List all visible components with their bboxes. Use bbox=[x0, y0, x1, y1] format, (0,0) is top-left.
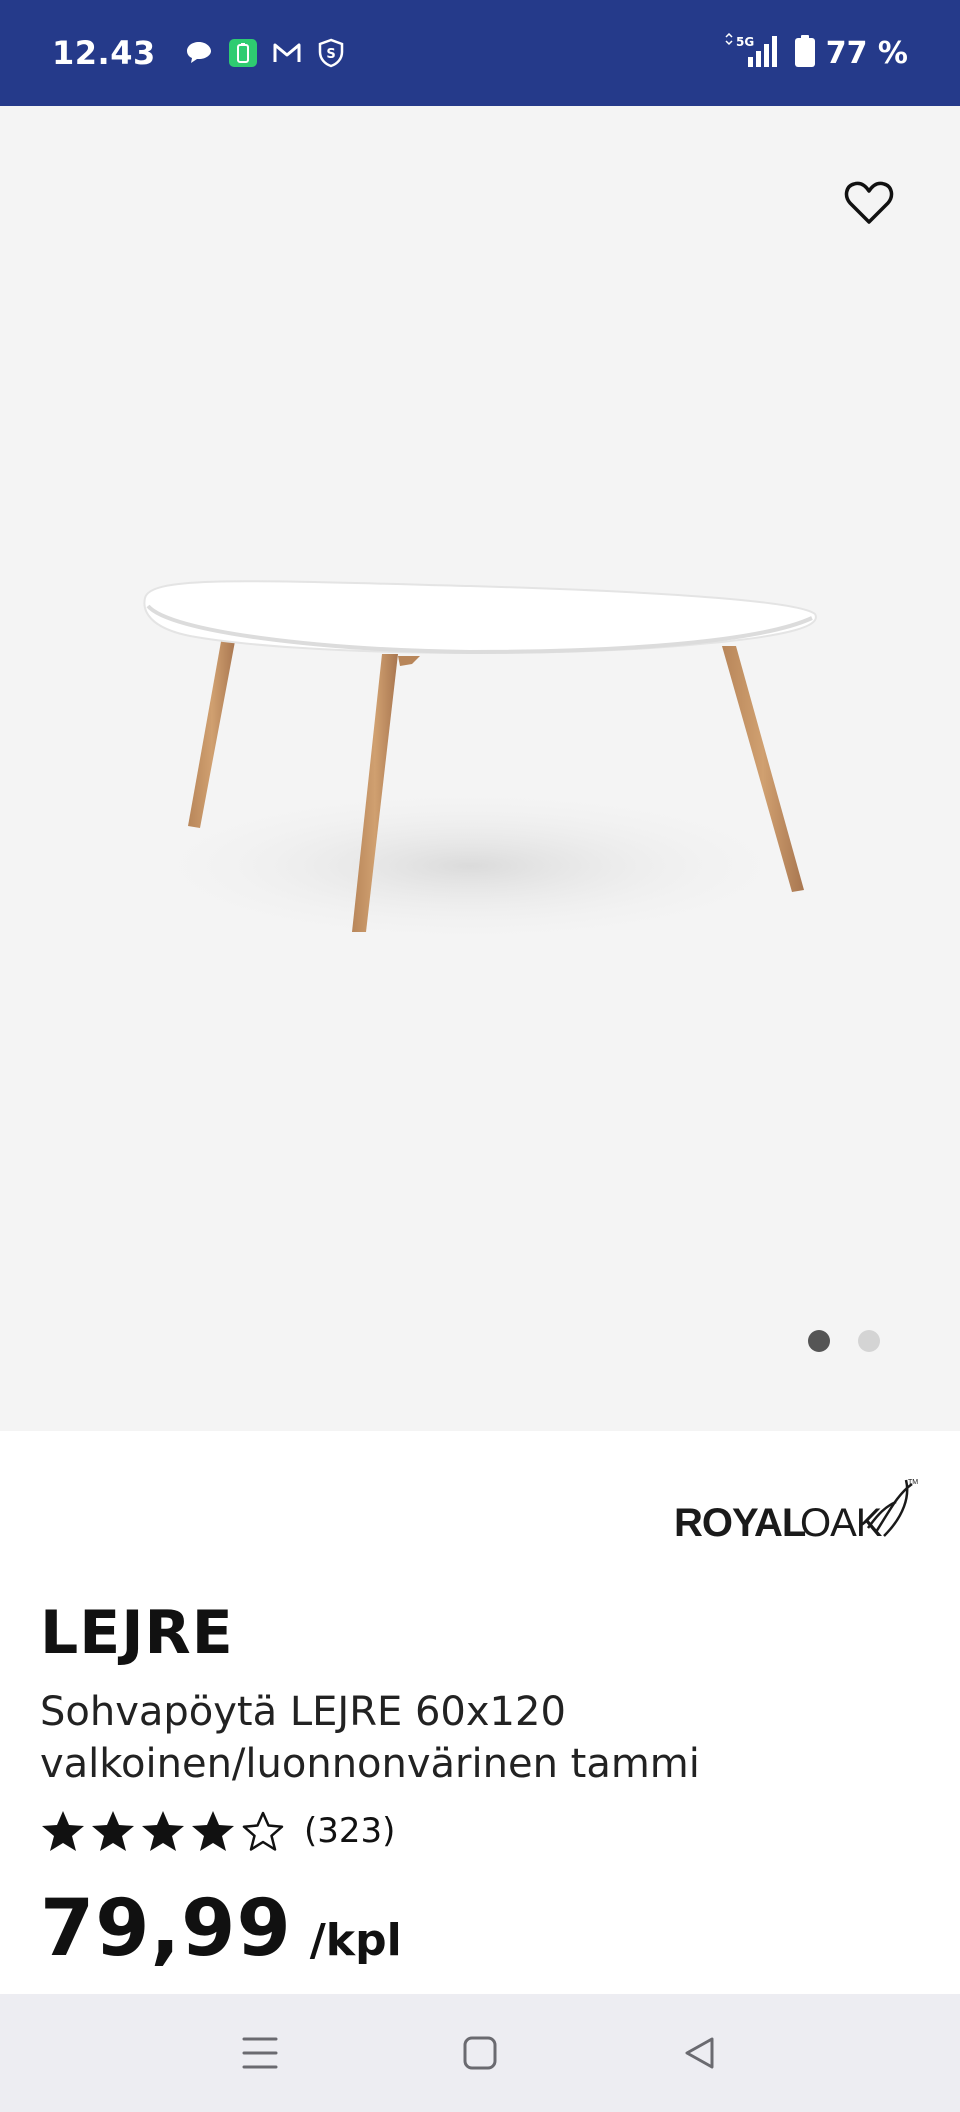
gallery-pagination bbox=[808, 1330, 880, 1352]
signal-icon: 5G bbox=[722, 32, 784, 73]
notification-icons: S bbox=[184, 38, 346, 68]
network-label: 5G bbox=[736, 35, 754, 49]
heart-outline-icon bbox=[844, 181, 894, 224]
battery-saver-icon bbox=[228, 38, 258, 68]
status-time: 12.43 bbox=[52, 34, 156, 72]
rating-count: (323) bbox=[304, 1811, 396, 1851]
price-unit: /kpl bbox=[309, 1915, 402, 1966]
product-price: 79,99 bbox=[40, 1884, 292, 1974]
chat-icon bbox=[184, 38, 214, 68]
product-subtitle: Sohvapöytä LEJRE 60x120 valkoinen/luonno… bbox=[40, 1689, 700, 1787]
star-filled-icon bbox=[42, 1811, 84, 1851]
home-button[interactable] bbox=[445, 2018, 515, 2088]
product-image bbox=[130, 580, 817, 946]
star-filled-icon bbox=[92, 1811, 134, 1851]
svg-text:ROYAL: ROYAL bbox=[674, 1501, 806, 1545]
svg-text:S: S bbox=[326, 47, 335, 62]
system-status: 5G 77 % bbox=[722, 32, 908, 73]
star-outline-icon bbox=[242, 1811, 284, 1851]
brand-logo[interactable]: ROYAL OAK TM bbox=[672, 1470, 922, 1550]
back-icon bbox=[685, 2037, 714, 2069]
star-filled-icon bbox=[142, 1811, 184, 1851]
menu-icon bbox=[242, 2037, 278, 2069]
status-bar: 12.43 S 5G 77 % bbox=[0, 0, 960, 106]
price-row: 79,99 /kpl bbox=[40, 1884, 402, 1974]
product-title: LEJRE bbox=[40, 1598, 234, 1668]
shield-icon: S bbox=[316, 38, 346, 68]
back-button[interactable] bbox=[665, 2018, 735, 2088]
gallery-dot-1[interactable] bbox=[808, 1330, 830, 1352]
home-icon bbox=[463, 2036, 497, 2070]
battery-percent: 77 % bbox=[825, 35, 908, 71]
star-filled-icon bbox=[192, 1811, 234, 1851]
gallery-dot-2[interactable] bbox=[858, 1330, 880, 1352]
recent-apps-button[interactable] bbox=[225, 2018, 295, 2088]
svg-text:TM: TM bbox=[908, 1479, 918, 1486]
system-nav-bar bbox=[0, 1994, 960, 2112]
product-rating[interactable]: (323) bbox=[40, 1808, 395, 1854]
battery-icon bbox=[794, 34, 816, 72]
favorite-button[interactable] bbox=[838, 172, 900, 234]
product-image-gallery[interactable] bbox=[0, 106, 960, 1431]
gmail-icon bbox=[272, 38, 302, 68]
